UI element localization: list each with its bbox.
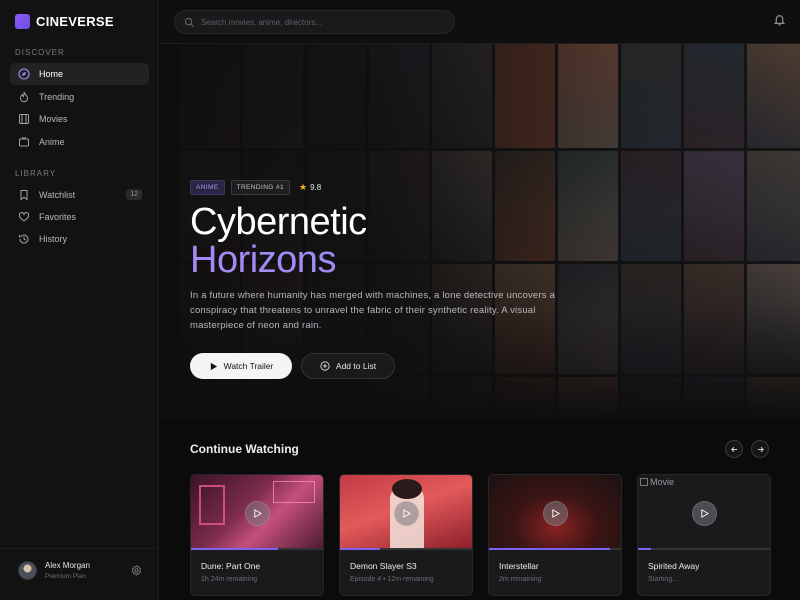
history-icon bbox=[18, 233, 30, 245]
tv-icon bbox=[18, 136, 30, 148]
sidebar-item-label: Watchlist bbox=[39, 190, 76, 200]
film-icon bbox=[18, 113, 30, 125]
card-title: Dune: Part One bbox=[201, 561, 261, 571]
bell-icon[interactable] bbox=[773, 13, 786, 26]
broken-image-alt: Movie bbox=[650, 477, 675, 487]
compass-icon bbox=[18, 68, 30, 80]
rating-value: 9.8 bbox=[310, 183, 322, 192]
sidebar-item-label: Movies bbox=[39, 114, 68, 124]
user-plan: Premium Plan bbox=[45, 573, 86, 580]
play-button[interactable] bbox=[692, 501, 717, 526]
sidebar-item-anime[interactable]: Anime bbox=[10, 131, 149, 153]
card-title: Interstellar bbox=[499, 561, 539, 571]
user-name: Alex Morgan bbox=[45, 561, 90, 570]
continue-watching-title: Continue Watching bbox=[190, 442, 299, 456]
arrow-left-icon bbox=[730, 446, 737, 452]
progress-bar bbox=[638, 548, 770, 550]
card-subtitle: 1h 24m remaining bbox=[201, 576, 258, 583]
thumbnail-neon-sign bbox=[273, 481, 315, 503]
plus-circle-icon bbox=[320, 361, 330, 371]
watch-trailer-button[interactable]: Watch Trailer bbox=[190, 353, 292, 379]
bookmark-icon bbox=[18, 189, 30, 201]
hero-banner: ANIME TRENDING #1 ★ 9.8 Cybernetic Horiz… bbox=[160, 44, 800, 419]
card-subtitle: Episode 4 • 12m remaining bbox=[350, 576, 434, 583]
play-button[interactable] bbox=[394, 501, 419, 526]
thumbnail-window-shape bbox=[199, 485, 225, 525]
sidebar-item-label: History bbox=[39, 234, 68, 244]
play-icon bbox=[210, 362, 217, 370]
card-title: Spirited Away bbox=[648, 561, 700, 571]
search-input[interactable] bbox=[201, 16, 441, 29]
genre-tag: ANIME bbox=[190, 180, 225, 195]
progress-fill bbox=[340, 548, 381, 550]
add-to-list-button[interactable]: Add to List bbox=[301, 353, 395, 379]
sidebar-item-movies[interactable]: Movies bbox=[10, 108, 149, 130]
progress-bar bbox=[191, 548, 323, 550]
play-button[interactable] bbox=[543, 501, 568, 526]
continue-card-dune[interactable]: Dune: Part One 1h 24m remaining bbox=[190, 474, 324, 596]
watch-trailer-label: Watch Trailer bbox=[223, 361, 274, 371]
broken-image-icon bbox=[640, 478, 648, 486]
sidebar-item-label: Trending bbox=[39, 92, 75, 102]
rating: ★ 9.8 bbox=[299, 182, 321, 193]
broken-image-placeholder: Movie bbox=[640, 477, 674, 487]
sidebar-item-favorites[interactable]: Favorites bbox=[10, 206, 149, 228]
arrow-right-icon bbox=[757, 446, 764, 452]
section-label-library: LIBRARY bbox=[15, 169, 57, 178]
hero-title-line-1: Cybernetic bbox=[190, 201, 367, 243]
progress-fill bbox=[191, 548, 279, 550]
trending-tag: TRENDING #1 bbox=[230, 180, 290, 195]
card-subtitle: Starting... bbox=[648, 576, 678, 583]
scroll-left-button[interactable] bbox=[725, 440, 743, 458]
play-icon bbox=[701, 509, 709, 518]
thumbnail-hair bbox=[392, 479, 422, 499]
play-icon bbox=[254, 509, 262, 518]
flame-icon bbox=[18, 91, 30, 103]
heart-icon bbox=[18, 211, 30, 223]
hero-description: In a future where humanity has merged wi… bbox=[190, 290, 556, 331]
play-icon bbox=[403, 509, 411, 518]
card-title: Demon Slayer S3 bbox=[350, 561, 417, 571]
sidebar-item-trending[interactable]: Trending bbox=[10, 86, 149, 108]
watchlist-count-badge: 12 bbox=[126, 189, 142, 200]
section-label-discover: DISCOVER bbox=[15, 48, 65, 57]
brand-name: CINEVERSE bbox=[36, 14, 114, 29]
brand[interactable]: CINEVERSE bbox=[15, 14, 114, 29]
sidebar-item-label: Home bbox=[39, 69, 64, 79]
hero-tags: ANIME TRENDING #1 ★ 9.8 bbox=[190, 180, 321, 195]
avatar[interactable] bbox=[18, 561, 37, 580]
card-subtitle: 2m remaining bbox=[499, 576, 542, 583]
sidebar-item-label: Favorites bbox=[39, 212, 77, 222]
scroll-right-button[interactable] bbox=[751, 440, 769, 458]
user-profile[interactable]: Alex Morgan Premium Plan bbox=[0, 548, 159, 600]
play-button[interactable] bbox=[245, 501, 270, 526]
search-icon bbox=[184, 17, 194, 27]
progress-fill bbox=[489, 548, 610, 550]
star-icon: ★ bbox=[298, 182, 308, 192]
search-bar[interactable] bbox=[174, 10, 455, 34]
progress-fill bbox=[638, 548, 652, 550]
sidebar-item-home[interactable]: Home bbox=[10, 63, 149, 85]
sidebar-item-history[interactable]: History bbox=[10, 228, 149, 250]
sidebar: CINEVERSE DISCOVER Home Trending Movies … bbox=[0, 0, 159, 600]
sidebar-item-watchlist[interactable]: Watchlist 12 bbox=[10, 184, 149, 206]
play-icon bbox=[552, 509, 560, 518]
logo-icon bbox=[15, 14, 30, 29]
continue-card-spirited-away[interactable]: Movie Spirited Away Starting... bbox=[637, 474, 771, 596]
progress-bar bbox=[489, 548, 621, 550]
sidebar-item-label: Anime bbox=[39, 137, 65, 147]
add-to-list-label: Add to List bbox=[335, 361, 377, 371]
hero-title-line-2: Horizons bbox=[190, 239, 336, 281]
continue-card-interstellar[interactable]: Interstellar 2m remaining bbox=[488, 474, 622, 596]
gear-icon[interactable] bbox=[131, 565, 142, 576]
progress-bar bbox=[340, 548, 472, 550]
continue-card-demon-slayer[interactable]: Demon Slayer S3 Episode 4 • 12m remainin… bbox=[339, 474, 473, 596]
top-bar bbox=[160, 0, 800, 44]
